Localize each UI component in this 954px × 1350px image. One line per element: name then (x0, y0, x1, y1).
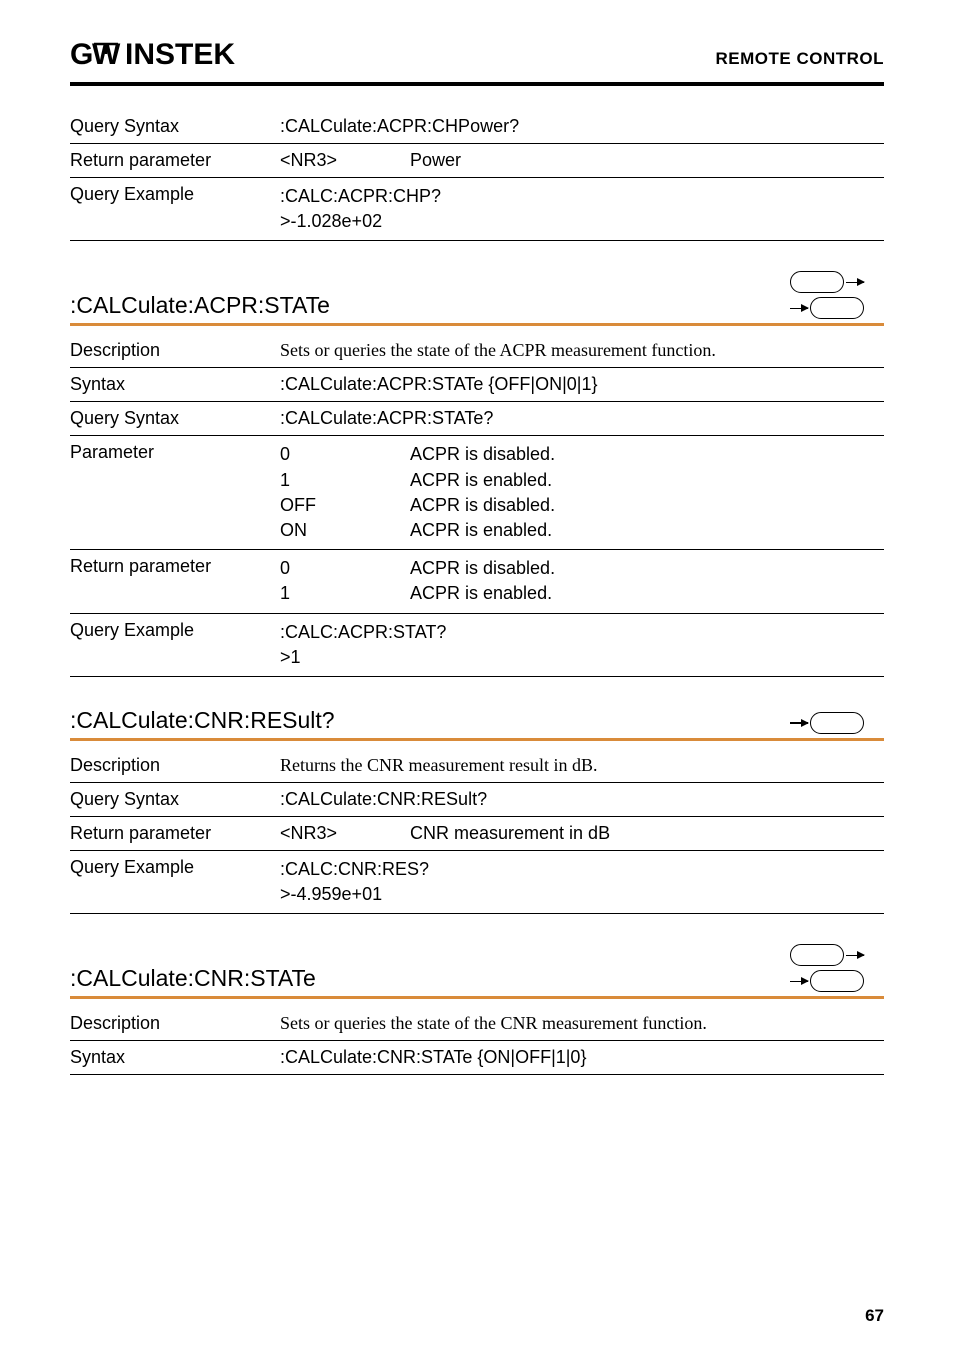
label: Description (70, 340, 280, 361)
example-line: >-1.028e+02 (280, 209, 884, 234)
icon-group (790, 712, 884, 734)
section-title: :CALCulate:CNR:STATe (70, 965, 316, 992)
query-example-row: Query Example :CALC:CNR:RES? >-4.959e+01 (70, 851, 884, 914)
label: Description (70, 755, 280, 776)
value: Sets or queries the state of the ACPR me… (280, 340, 884, 361)
icon-group (790, 271, 884, 319)
query-icon (790, 970, 864, 992)
label: Query Example (70, 857, 280, 907)
header-section-title: REMOTE CONTROL (716, 49, 885, 69)
syntax-row: Syntax :CALCulate:CNR:STATe {ON|OFF|1|0} (70, 1041, 884, 1075)
value: :CALCulate:CNR:RESult? (280, 789, 884, 810)
value: Sets or queries the state of the CNR mea… (280, 1013, 884, 1034)
description-row: Description Sets or queries the state of… (70, 326, 884, 368)
param-desc: ACPR is disabled. (410, 558, 555, 578)
parameter-row: Parameter 0ACPR is disabled. 1ACPR is en… (70, 436, 884, 550)
param-desc: ACPR is disabled. (410, 495, 555, 515)
value: :CALC:ACPR:CHP? >-1.028e+02 (280, 184, 884, 234)
label: Description (70, 1013, 280, 1034)
value: :CALCulate:CNR:STATe {ON|OFF|1|0} (280, 1047, 884, 1068)
page-number: 67 (865, 1306, 884, 1326)
svg-text:INSTEK: INSTEK (125, 40, 235, 70)
return-parameter-row: Return parameter 0ACPR is disabled. 1ACP… (70, 550, 884, 613)
label: Return parameter (70, 823, 280, 844)
query-icon (790, 297, 864, 319)
example-line: :CALC:CNR:RES? (280, 857, 884, 882)
section-title: :CALCulate:ACPR:STATe (70, 292, 330, 319)
label: Query Syntax (70, 116, 280, 137)
label: Parameter (70, 442, 280, 543)
section-title: :CALCulate:CNR:RESult? (70, 707, 335, 734)
icon-group (790, 944, 884, 992)
example-line: >-4.959e+01 (280, 882, 884, 907)
value: :CALCulate:ACPR:STATe {OFF|ON|0|1} (280, 374, 884, 395)
return-parameter-row: Return parameter <NR3>CNR measurement in… (70, 817, 884, 851)
set-icon (790, 944, 864, 966)
page-header: G W INSTEK REMOTE CONTROL (70, 40, 884, 86)
param-desc: CNR measurement in dB (410, 823, 610, 843)
param-type: <NR3> (280, 150, 410, 171)
param-type: <NR3> (280, 823, 410, 844)
value: :CALC:CNR:RES? >-4.959e+01 (280, 857, 884, 907)
param-key: 1 (280, 468, 410, 493)
value: <NR3>Power (280, 150, 884, 171)
description-row: Description Returns the CNR measurement … (70, 741, 884, 783)
section-header: :CALCulate:ACPR:STATe (70, 271, 884, 326)
param-key: 0 (280, 442, 410, 467)
label: Return parameter (70, 556, 280, 606)
set-icon (790, 271, 864, 293)
value: Returns the CNR measurement result in dB… (280, 755, 884, 776)
param-desc: ACPR is enabled. (410, 470, 552, 490)
label: Query Syntax (70, 789, 280, 810)
label: Return parameter (70, 150, 280, 171)
label: Syntax (70, 374, 280, 395)
label: Syntax (70, 1047, 280, 1068)
param-key: 0 (280, 556, 410, 581)
example-line: :CALC:ACPR:STAT? (280, 620, 884, 645)
query-example-row: Query Example :CALC:ACPR:CHP? >-1.028e+0… (70, 178, 884, 241)
label: Query Syntax (70, 408, 280, 429)
query-example-row: Query Example :CALC:ACPR:STAT? >1 (70, 614, 884, 677)
example-line: :CALC:ACPR:CHP? (280, 184, 884, 209)
section-header: :CALCulate:CNR:STATe (70, 944, 884, 999)
value: 0ACPR is disabled. 1ACPR is enabled. (280, 556, 884, 606)
description-row: Description Sets or queries the state of… (70, 999, 884, 1041)
param-desc: ACPR is enabled. (410, 583, 552, 603)
svg-text:G: G (70, 40, 92, 70)
param-desc: ACPR is enabled. (410, 520, 552, 540)
query-syntax-row: Query Syntax :CALCulate:ACPR:STATe? (70, 402, 884, 436)
query-syntax-row: Query Syntax :CALCulate:CNR:RESult? (70, 783, 884, 817)
query-syntax-row: Query Syntax :CALCulate:ACPR:CHPower? (70, 110, 884, 144)
section-header: :CALCulate:CNR:RESult? (70, 707, 884, 741)
param-desc: ACPR is disabled. (410, 444, 555, 464)
label: Query Example (70, 620, 280, 670)
value: :CALCulate:ACPR:STATe? (280, 408, 884, 429)
logo: G W INSTEK (70, 40, 260, 78)
value: <NR3>CNR measurement in dB (280, 823, 884, 844)
param-key: OFF (280, 493, 410, 518)
value: :CALC:ACPR:STAT? >1 (280, 620, 884, 670)
return-parameter-row: Return parameter <NR3>Power (70, 144, 884, 178)
param-key: ON (280, 518, 410, 543)
param-desc: Power (410, 150, 461, 170)
example-line: >1 (280, 645, 884, 670)
value: 0ACPR is disabled. 1ACPR is enabled. OFF… (280, 442, 884, 543)
query-icon (790, 712, 864, 734)
param-key: 1 (280, 581, 410, 606)
label: Query Example (70, 184, 280, 234)
syntax-row: Syntax :CALCulate:ACPR:STATe {OFF|ON|0|1… (70, 368, 884, 402)
value: :CALCulate:ACPR:CHPower? (280, 116, 884, 137)
